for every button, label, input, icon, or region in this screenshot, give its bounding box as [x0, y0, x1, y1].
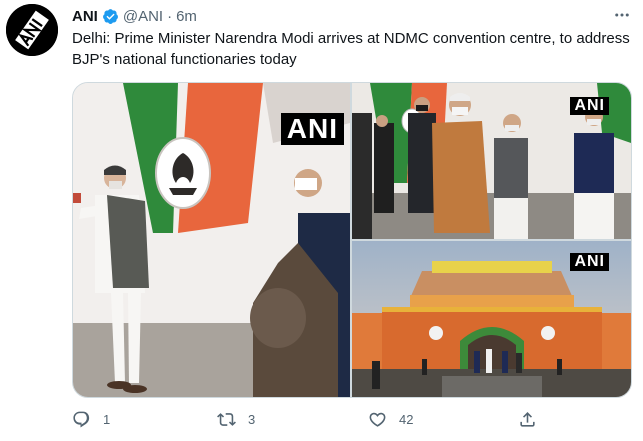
media-photo-1[interactable]: ANI [73, 83, 350, 397]
tweet-text: Delhi: Prime Minister Narendra Modi arri… [72, 30, 630, 68]
like-icon [369, 412, 386, 427]
ani-watermark: ANI [280, 113, 344, 145]
reply-button[interactable]: 1 [72, 406, 110, 432]
media-photo-2[interactable]: ANI [352, 83, 631, 239]
more-options-button[interactable] [611, 6, 633, 24]
reply-icon [73, 411, 90, 427]
retweet-icon [217, 412, 236, 426]
ani-watermark: ANI [570, 253, 609, 271]
media-grid: ANI ANI ANI [72, 82, 632, 398]
like-button[interactable]: 42 [368, 406, 413, 432]
separator-dot: · [167, 7, 173, 25]
tweet-timestamp[interactable]: 6m [176, 8, 197, 25]
share-button[interactable] [518, 406, 537, 432]
tweet-actions: 1 3 42 [72, 406, 632, 432]
share-icon [520, 411, 535, 427]
more-icon [615, 13, 629, 17]
reply-count: 1 [103, 411, 111, 427]
retweet-button[interactable]: 3 [217, 406, 255, 432]
verified-badge-icon [102, 8, 119, 25]
like-count: 42 [399, 411, 414, 427]
ani-logo-icon [6, 4, 58, 56]
author-handle[interactable]: @ANI [123, 8, 163, 25]
author-name[interactable]: ANI [72, 8, 98, 25]
ani-watermark: ANI [570, 97, 609, 115]
tweet-header: ANI @ANI · 6m [72, 6, 197, 26]
retweet-count: 3 [248, 411, 256, 427]
tweet[interactable]: ANI @ANI · 6m Delhi: Prime Minister Nare… [0, 0, 643, 441]
avatar[interactable] [6, 4, 58, 56]
media-photo-3[interactable]: ANI [352, 241, 631, 397]
